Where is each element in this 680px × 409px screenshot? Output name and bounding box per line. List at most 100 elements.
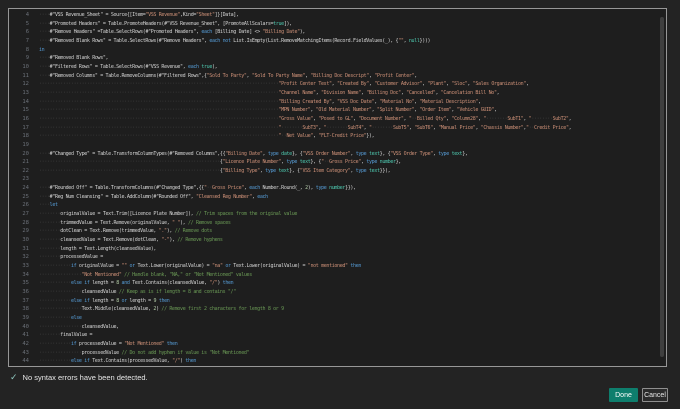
code-line[interactable]: 18 ······································… xyxy=(9,132,658,141)
code-line[interactable]: 40 ················cleansedValue, xyxy=(9,323,658,332)
code-line[interactable]: 38 ················Text.Middle(cleansedVa… xyxy=(9,305,658,314)
line-number: 44 xyxy=(22,358,29,365)
code-text: ········originalValue = Text.Trim([Licen… xyxy=(39,211,298,218)
code-line[interactable]: 43 ················processedValue // Do n… xyxy=(9,349,658,358)
line-number: 16 xyxy=(22,115,29,122)
line-number: 23 xyxy=(22,176,29,183)
code-text: ····#"Removed Columns" = Table.RemoveCol… xyxy=(39,72,417,79)
code-line[interactable]: 35 ············else if length = 8 and Tex… xyxy=(9,279,658,288)
line-number: 6 xyxy=(25,29,29,36)
code-text: ····#"VSS Revenue_Sheet" = Source{[Item=… xyxy=(39,12,239,18)
code-line[interactable]: 9 ····#"Removed Blank Rows", xyxy=(9,54,658,63)
code-line[interactable]: 10 ····#"Filtered Rows" = Table.SelectRow… xyxy=(9,63,658,72)
line-number: 10 xyxy=(22,63,29,70)
line-number: 30 xyxy=(22,237,29,244)
code-editor[interactable]: 4 ····#"VSS Revenue_Sheet" = Source{[Item… xyxy=(8,8,667,367)
code-line[interactable]: 7 ····#"Removed Blank Rows" = Table.Selec… xyxy=(9,37,658,46)
code-line[interactable]: 11 ····#"Removed Columns" = Table.RemoveC… xyxy=(9,72,658,81)
code-line[interactable]: 33 ············if originalValue = "" or T… xyxy=(9,262,658,271)
code-text: ············else if Text.Contains(proces… xyxy=(39,358,197,365)
line-number: 33 xyxy=(22,263,29,270)
code-line[interactable]: 39 ············else xyxy=(9,314,658,323)
line-number: 40 xyxy=(22,323,29,330)
line-number: 37 xyxy=(22,297,29,304)
code-text: ············else xyxy=(39,314,82,321)
code-line[interactable]: 14 ······································… xyxy=(9,98,658,107)
code-line[interactable]: 36 ················cleansedValue // Keep … xyxy=(9,288,658,297)
code-line[interactable]: 21 ······································… xyxy=(9,158,658,167)
code-text: ············else if length = 8 or length… xyxy=(39,297,170,304)
code-text: ····#"Remove Headers" =Table.SelectRows(… xyxy=(39,29,306,36)
code-text: ········trimmedValue = Text.Remove(origi… xyxy=(39,219,231,226)
code-text: ····#"Promoted Headers" = Table.PromoteH… xyxy=(39,20,292,27)
code-text: ········································… xyxy=(39,159,401,166)
line-number: 34 xyxy=(22,271,29,278)
code-line[interactable]: 37 ············else if length = 8 or leng… xyxy=(9,297,658,306)
code-line[interactable]: 27 ········originalValue = Text.Trim([Lic… xyxy=(9,210,658,219)
code-lines[interactable]: 4 ····#"VSS Revenue_Sheet" = Source{[Item… xyxy=(9,11,658,366)
code-text: ········finalValue = xyxy=(39,332,93,339)
code-text: ············else if length = 8 and Text.… xyxy=(39,280,234,287)
syntax-status-bar: ✓ No syntax errors have been detected. xyxy=(10,371,148,384)
code-line[interactable]: 6 ····#"Remove Headers" =Table.SelectRows… xyxy=(9,28,658,37)
code-line[interactable]: 34 ················"Not Mentioned" // Han… xyxy=(9,271,658,280)
code-line[interactable]: 26 ····let xyxy=(9,201,658,210)
code-text: ········processedValue = xyxy=(39,254,103,261)
code-line[interactable]: 41 ········finalValue = xyxy=(9,331,658,340)
code-text: ················"Not Mentioned" // Handl… xyxy=(39,271,252,278)
line-number: 26 xyxy=(22,202,29,209)
code-line[interactable]: 44 ············else if Text.Contains(proc… xyxy=(9,357,658,366)
line-number: 28 xyxy=(22,219,29,226)
code-line[interactable]: 19 xyxy=(9,141,658,150)
line-number: 12 xyxy=(22,81,29,88)
code-line[interactable]: 25 ····#"Reg Num Cleansing" = Table.AddCo… xyxy=(9,193,658,202)
line-number: 13 xyxy=(22,89,29,96)
line-number: 38 xyxy=(22,306,29,313)
code-line[interactable]: 23 xyxy=(9,175,658,184)
code-line[interactable]: 15 ······································… xyxy=(9,106,658,115)
code-line[interactable]: 32 ········processedValue = xyxy=(9,253,658,262)
code-text: ················Text.Middle(cleansedValu… xyxy=(39,306,284,313)
syntax-status-text: No syntax errors have been detected. xyxy=(22,373,148,382)
code-text: ····#"Reg Num Cleansing" = Table.AddColu… xyxy=(39,193,268,200)
line-number: 21 xyxy=(22,159,29,166)
code-text: ········cleansedValue = Text.Remove(dotC… xyxy=(39,237,223,244)
code-line[interactable]: 30 ········cleansedValue = Text.Remove(do… xyxy=(9,236,658,245)
code-text: ················cleansedValue // Keep as… xyxy=(39,289,236,295)
code-line[interactable]: 4 ····#"VSS Revenue_Sheet" = Source{[Item… xyxy=(9,11,658,20)
line-number: 43 xyxy=(22,349,29,356)
code-line[interactable]: 16 ······································… xyxy=(9,115,658,124)
line-number: 4 xyxy=(25,12,29,18)
code-line[interactable]: 28 ········trimmedValue = Text.Remove(ori… xyxy=(9,219,658,228)
code-text: ····#"Rounded Off" = Table.TransformColu… xyxy=(39,185,356,192)
code-text: in xyxy=(39,46,45,53)
line-number: 39 xyxy=(22,314,29,321)
code-line[interactable]: 20 ····#"Changed Type" = Table.TransformC… xyxy=(9,150,658,159)
code-line[interactable]: 12 ······································… xyxy=(9,80,658,89)
code-line[interactable]: 17 ······································… xyxy=(9,124,658,133)
vertical-scrollbar[interactable] xyxy=(660,17,664,357)
code-text: ········dotClean = Text.Remove(trimmedVa… xyxy=(39,228,212,235)
code-line[interactable]: 8 in xyxy=(9,46,658,55)
code-line[interactable]: 13 ······································… xyxy=(9,89,658,98)
code-text: ····#"Removed Blank Rows" = Table.Select… xyxy=(39,37,431,44)
cancel-button[interactable]: Cancel xyxy=(642,388,668,402)
done-button[interactable]: Done xyxy=(609,388,638,402)
line-number: 41 xyxy=(22,332,29,339)
line-number: 7 xyxy=(25,37,29,44)
code-line[interactable]: 24 ····#"Rounded Off" = Table.TransformCo… xyxy=(9,184,658,193)
code-line[interactable]: 5 ····#"Promoted Headers" = Table.Promote… xyxy=(9,20,658,29)
line-number: 42 xyxy=(22,340,29,347)
code-text: ········length = Text.Length(cleansedVal… xyxy=(39,245,157,252)
code-line[interactable]: 22 ······································… xyxy=(9,167,658,176)
code-line[interactable]: 42 ············if processedValue = "Not M… xyxy=(9,340,658,349)
line-number: 25 xyxy=(22,193,29,200)
code-text: ················processedValue // Do not… xyxy=(39,349,250,356)
code-text: ········································… xyxy=(39,89,500,96)
code-line[interactable]: 29 ········dotClean = Text.Remove(trimmed… xyxy=(9,227,658,236)
code-line[interactable]: 31 ········length = Text.Length(cleansedV… xyxy=(9,245,658,254)
check-icon: ✓ xyxy=(10,372,18,382)
code-text: ····#"Removed Blank Rows", xyxy=(39,55,109,62)
line-number: 27 xyxy=(22,211,29,218)
advanced-editor-dialog: { "editor": { "start_line": 4, "lines": … xyxy=(0,0,680,409)
